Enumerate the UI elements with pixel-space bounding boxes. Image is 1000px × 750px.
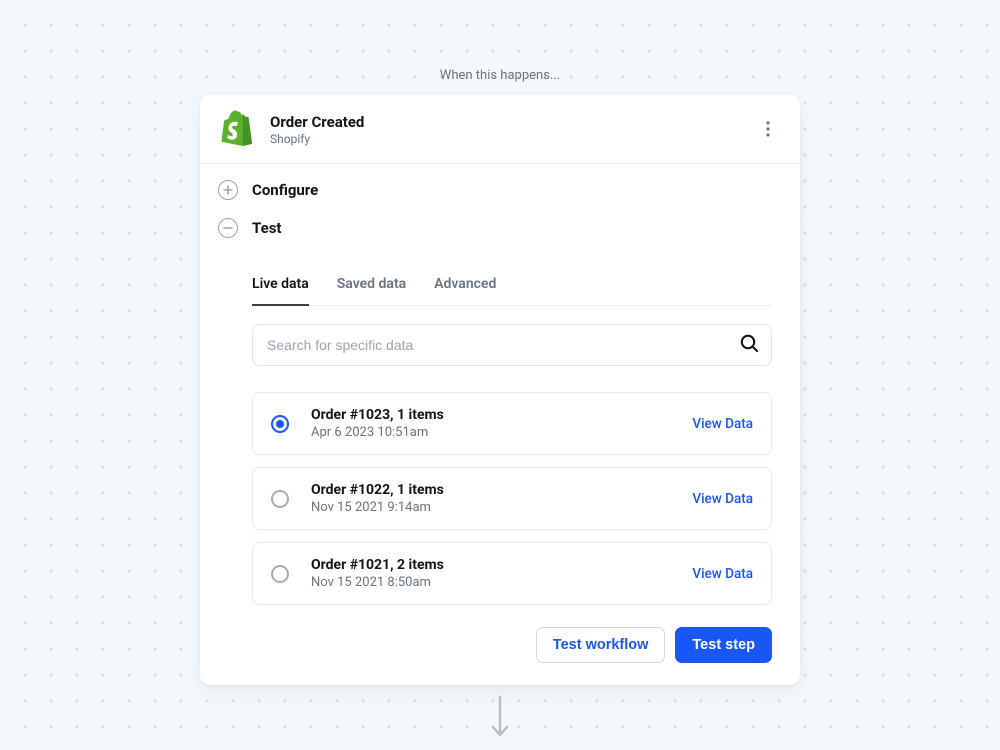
test-workflow-button[interactable]: Test workflow [536, 627, 666, 663]
order-radio[interactable] [271, 415, 289, 433]
order-date: Nov 15 2021 8:50am [311, 575, 692, 590]
more-vertical-icon [766, 121, 770, 137]
order-radio[interactable] [271, 490, 289, 508]
order-date: Nov 15 2021 9:14am [311, 500, 692, 515]
card-header: Order Created Shopify [200, 95, 800, 164]
order-card[interactable]: Order #1021, 2 items Nov 15 2021 8:50am … [252, 542, 772, 605]
workflow-step-card: Order Created Shopify Configure Test [200, 95, 800, 685]
order-date: Apr 6 2023 10:51am [311, 425, 692, 440]
section-test-label: Test [252, 219, 282, 237]
section-test[interactable]: Test [200, 210, 800, 250]
node-context-label: When this happens... [440, 68, 560, 83]
order-title: Order #1023, 1 items [311, 407, 692, 423]
step-title: Order Created [270, 113, 754, 131]
action-buttons: Test workflow Test step [252, 627, 772, 663]
search-input[interactable] [267, 337, 739, 353]
minus-circle-icon [218, 218, 238, 238]
tabs: Live data Saved data Advanced [252, 268, 772, 306]
shopify-icon [218, 109, 258, 149]
view-data-link[interactable]: View Data [692, 566, 753, 582]
tab-advanced[interactable]: Advanced [434, 268, 496, 306]
order-title: Order #1022, 1 items [311, 482, 692, 498]
view-data-link[interactable]: View Data [692, 491, 753, 507]
order-card[interactable]: Order #1023, 1 items Apr 6 2023 10:51am … [252, 392, 772, 455]
more-options-button[interactable] [754, 115, 782, 143]
orders-list: Order #1023, 1 items Apr 6 2023 10:51am … [252, 392, 772, 605]
section-configure[interactable]: Configure [200, 164, 800, 210]
search-field-wrap [252, 324, 772, 366]
arrow-down-icon [490, 695, 510, 743]
order-radio[interactable] [271, 565, 289, 583]
section-configure-label: Configure [252, 181, 318, 199]
view-data-link[interactable]: View Data [692, 416, 753, 432]
order-card[interactable]: Order #1022, 1 items Nov 15 2021 9:14am … [252, 467, 772, 530]
test-section-body: Live data Saved data Advanced Order [200, 268, 800, 685]
test-step-button[interactable]: Test step [675, 627, 772, 663]
step-app-name: Shopify [270, 132, 754, 146]
tab-live-data[interactable]: Live data [252, 268, 309, 306]
search-icon [739, 333, 759, 357]
tab-saved-data[interactable]: Saved data [337, 268, 406, 306]
order-title: Order #1021, 2 items [311, 557, 692, 573]
plus-circle-icon [218, 180, 238, 200]
